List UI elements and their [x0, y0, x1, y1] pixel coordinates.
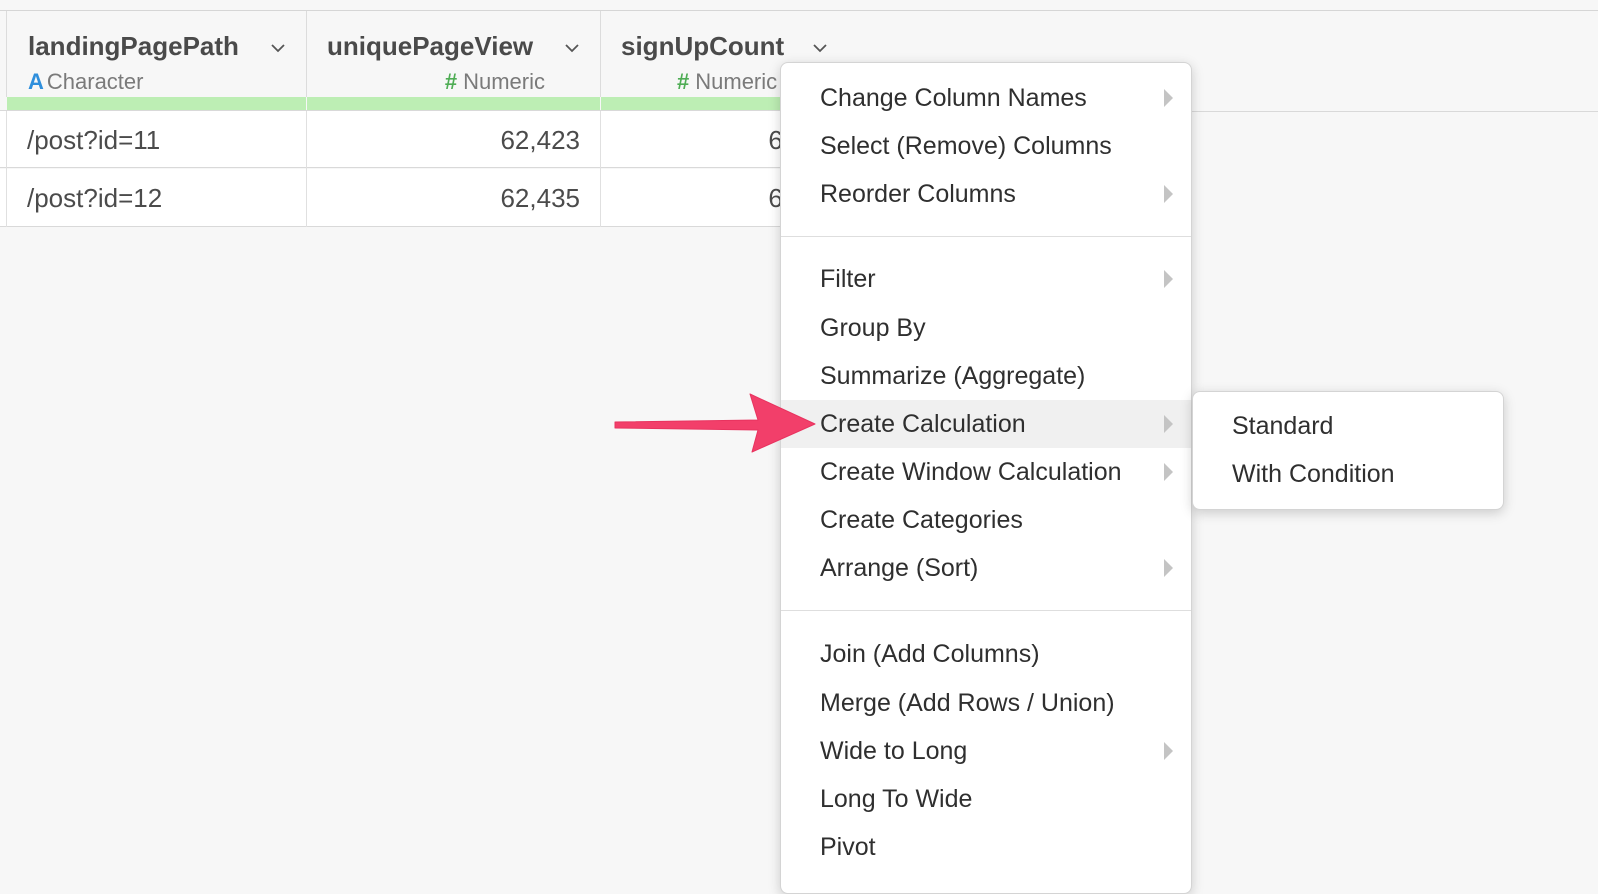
submenu-arrow-icon — [1164, 559, 1173, 577]
menu-item-create-categories[interactable]: Create Categories — [781, 496, 1191, 544]
column-context-menu: Change Column Names Select (Remove) Colu… — [780, 62, 1192, 894]
column-header-landingPagePath[interactable]: landingPagePath A Character — [6, 11, 306, 111]
annotation-arrow-icon — [614, 393, 816, 453]
numeric-type-icon: # — [444, 69, 458, 94]
submenu-arrow-icon — [1164, 270, 1173, 288]
menu-item-join[interactable]: Join (Add Columns) — [781, 630, 1191, 678]
chevron-down-icon[interactable] — [271, 41, 285, 55]
menu-item-create-calculation[interactable]: Create Calculation — [781, 400, 1191, 448]
quality-bar — [307, 97, 600, 111]
menu-item-pivot[interactable]: Pivot — [781, 823, 1191, 871]
column-name: landingPagePath — [28, 31, 239, 61]
cell-signUpCount[interactable]: 6, — [600, 169, 790, 227]
submenu-arrow-icon — [1164, 742, 1173, 760]
menu-item-group-by[interactable]: Group By — [781, 304, 1191, 352]
menu-item-merge[interactable]: Merge (Add Rows / Union) — [781, 679, 1191, 727]
quality-bar — [601, 97, 780, 111]
submenu-arrow-icon — [1164, 415, 1173, 433]
menu-item-summarize[interactable]: Summarize (Aggregate) — [781, 352, 1191, 400]
column-type: # Numeric — [444, 69, 545, 94]
create-calculation-submenu: Standard With Condition — [1192, 391, 1504, 510]
submenu-item-with-condition[interactable]: With Condition — [1193, 450, 1503, 498]
table-row: /post?id=12 62,435 6, — [0, 169, 790, 227]
column-type: A Character — [28, 69, 144, 94]
menu-item-create-window-calculation[interactable]: Create Window Calculation — [781, 448, 1191, 496]
cell-uniquePageView[interactable]: 62,423 — [306, 111, 600, 169]
top-strip — [0, 0, 1598, 11]
cell-landingPagePath[interactable]: /post?id=11 — [6, 111, 306, 169]
table-row: /post?id=11 62,423 6, — [0, 110, 790, 169]
menu-divider — [781, 236, 1191, 237]
cell-uniquePageView[interactable]: 62,435 — [306, 169, 600, 227]
cell-landingPagePath[interactable]: /post?id=12 — [6, 169, 306, 227]
submenu-arrow-icon — [1164, 463, 1173, 481]
chevron-down-icon[interactable] — [813, 41, 827, 55]
submenu-arrow-icon — [1164, 185, 1173, 203]
numeric-type-icon: # — [677, 69, 690, 94]
menu-item-filter[interactable]: Filter — [781, 255, 1191, 303]
submenu-arrow-icon — [1164, 89, 1173, 107]
chevron-down-icon[interactable] — [565, 41, 579, 55]
menu-item-arrange-sort[interactable]: Arrange (Sort) — [781, 544, 1191, 592]
column-type: # Numeric — [677, 69, 778, 94]
submenu-item-standard[interactable]: Standard — [1193, 402, 1503, 450]
column-name: signUpCount — [621, 31, 785, 61]
menu-divider — [781, 610, 1191, 611]
column-name: uniquePageView — [327, 31, 534, 61]
menu-item-change-column-names[interactable]: Change Column Names — [781, 74, 1191, 122]
column-header-uniquePageView[interactable]: uniquePageView # Numeric — [306, 11, 600, 111]
menu-item-wide-to-long[interactable]: Wide to Long — [781, 727, 1191, 775]
character-type-icon: A — [28, 69, 44, 94]
quality-bar — [7, 97, 306, 111]
menu-item-long-to-wide[interactable]: Long To Wide — [781, 775, 1191, 823]
menu-item-select-remove-columns[interactable]: Select (Remove) Columns — [781, 122, 1191, 170]
menu-item-reorder-columns[interactable]: Reorder Columns — [781, 170, 1191, 218]
cell-signUpCount[interactable]: 6, — [600, 111, 790, 169]
